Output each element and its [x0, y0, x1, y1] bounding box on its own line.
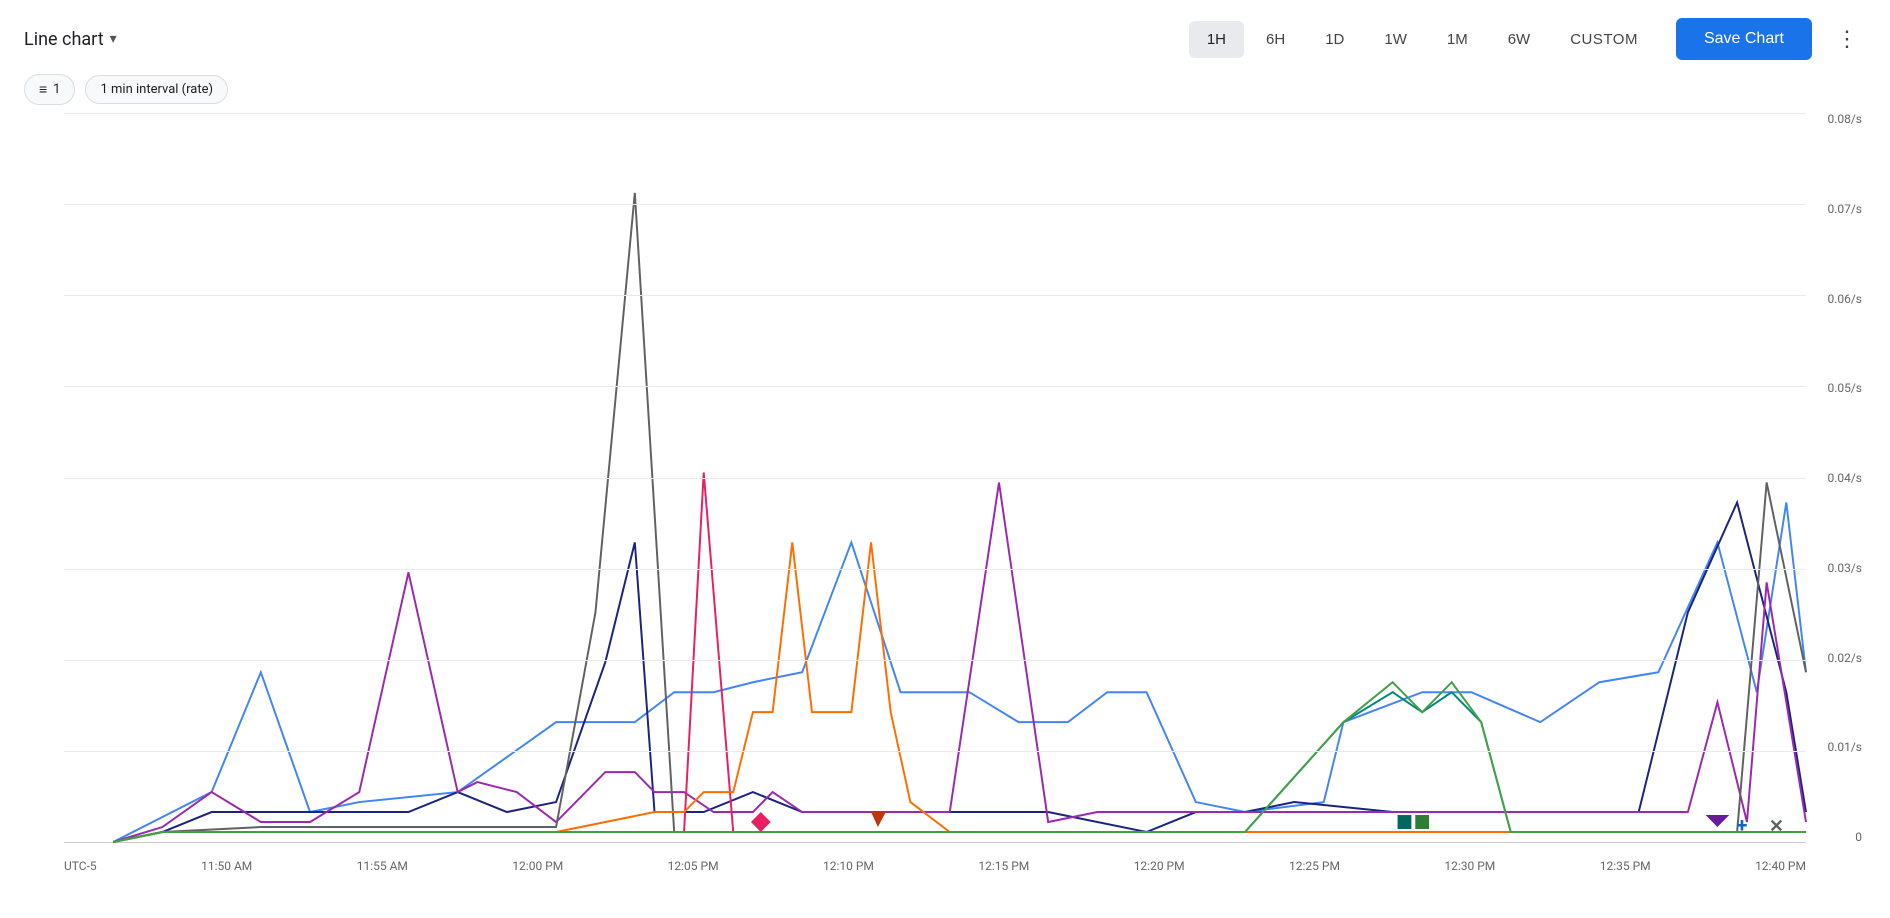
time-btn-6w[interactable]: 6W	[1490, 21, 1549, 58]
time-btn-custom[interactable]: CUSTOM	[1552, 21, 1656, 58]
y-label-4: 0.04/s	[1827, 472, 1862, 484]
x-label-1225: 12:25 PM	[1289, 859, 1340, 873]
time-btn-6h[interactable]: 6H	[1248, 21, 1303, 58]
more-options-button[interactable]: ⋮	[1828, 22, 1866, 56]
x-label-1210: 12:10 PM	[823, 859, 874, 873]
chart-area: + ✕ 0.08/s 0.07/s 0.06/s 0.05/s 0.04/s 0…	[24, 113, 1866, 873]
grid-line-0	[64, 113, 1806, 114]
chart-type-label: Line chart	[24, 29, 104, 50]
grid-line-1	[64, 204, 1806, 205]
filter-chip-1-label: 1	[53, 82, 60, 97]
time-btn-1w[interactable]: 1W	[1366, 21, 1425, 58]
chart-type-selector[interactable]: Line chart ▾	[24, 29, 1177, 50]
grid-line-6	[64, 660, 1806, 661]
filters-row: ≡ 1 1 min interval (rate)	[0, 70, 1890, 113]
x-label-1150: 11:50 AM	[201, 859, 252, 873]
marker-plus-blue: +	[1737, 814, 1748, 837]
series-blue	[113, 502, 1806, 842]
x-label-utc: UTC-5	[64, 859, 97, 873]
time-btn-1m[interactable]: 1M	[1429, 21, 1486, 58]
x-label-1240: 12:40 PM	[1755, 859, 1806, 873]
y-label-7: 0.01/s	[1827, 741, 1862, 753]
grid-line-5	[64, 569, 1806, 570]
grid-line-2	[64, 295, 1806, 296]
marker-triangle-orange	[871, 812, 886, 827]
marker-x-gray: ✕	[1769, 816, 1784, 837]
y-label-3: 0.05/s	[1827, 382, 1862, 394]
x-label-1155: 11:55 AM	[357, 859, 408, 873]
series-red	[113, 473, 1806, 842]
marker-diamond-pink	[751, 812, 771, 832]
chart-plot: + ✕	[64, 113, 1806, 843]
x-label-1205: 12:05 PM	[668, 859, 719, 873]
x-label-1200: 12:00 PM	[512, 859, 563, 873]
time-btn-1h[interactable]: 1H	[1189, 21, 1244, 58]
x-label-1215: 12:15 PM	[978, 859, 1029, 873]
series-green	[113, 682, 1806, 842]
marker-square-teal	[1398, 815, 1412, 829]
marker-triangle-purple	[1706, 815, 1730, 827]
save-chart-button[interactable]: Save Chart	[1676, 18, 1812, 60]
y-label-5: 0.03/s	[1827, 562, 1862, 574]
series-dark-blue	[113, 502, 1806, 842]
x-label-1230: 12:30 PM	[1444, 859, 1495, 873]
y-label-6: 0.02/s	[1827, 652, 1862, 664]
y-label-0: 0.08/s	[1827, 113, 1862, 125]
filter-chip-2[interactable]: 1 min interval (rate)	[85, 75, 228, 104]
series-purple	[113, 482, 1806, 842]
filter-icon: ≡	[39, 81, 47, 98]
grid-line-3	[64, 386, 1806, 387]
header: Line chart ▾ 1H 6H 1D 1W 1M 6W CUSTOM Sa…	[0, 0, 1890, 70]
grid-line-7	[64, 751, 1806, 752]
x-label-1235: 12:35 PM	[1600, 859, 1651, 873]
time-range-buttons: 1H 6H 1D 1W 1M 6W CUSTOM	[1189, 21, 1656, 58]
y-label-1: 0.07/s	[1827, 203, 1862, 215]
x-label-1220: 12:20 PM	[1134, 859, 1185, 873]
x-axis: UTC-5 11:50 AM 11:55 AM 12:00 PM 12:05 P…	[64, 843, 1806, 873]
dropdown-arrow-icon: ▾	[110, 31, 117, 47]
time-btn-1d[interactable]: 1D	[1307, 21, 1362, 58]
filter-chip-2-label: 1 min interval (rate)	[100, 82, 213, 97]
marker-square-green	[1415, 815, 1429, 829]
filter-chip-1[interactable]: ≡ 1	[24, 74, 75, 105]
y-label-2: 0.06/s	[1827, 293, 1862, 305]
y-axis: 0.08/s 0.07/s 0.06/s 0.05/s 0.04/s 0.03/…	[1811, 113, 1866, 843]
grid-line-4	[64, 478, 1806, 479]
y-label-8: 0	[1855, 831, 1862, 843]
